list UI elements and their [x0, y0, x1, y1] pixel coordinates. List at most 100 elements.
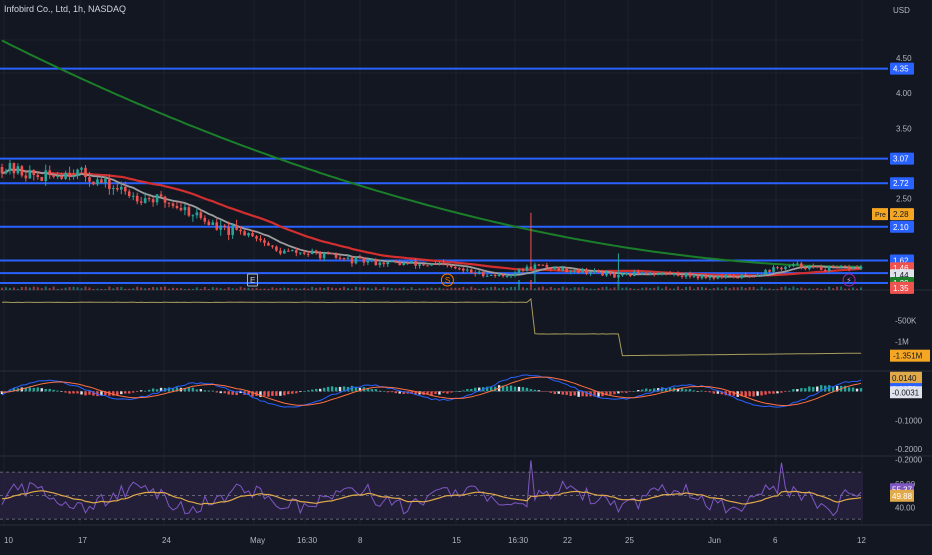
macd-histogram-bar	[124, 391, 127, 394]
macd-histogram-bar	[263, 391, 266, 396]
macd-histogram-bar	[474, 387, 477, 392]
macd-histogram-bar	[553, 391, 556, 395]
volume-bar	[144, 288, 147, 290]
macd-histogram-bar	[533, 389, 537, 392]
candle-body	[708, 276, 712, 278]
candle-body	[279, 250, 282, 254]
macd-histogram-bar	[772, 391, 775, 394]
candle-body	[378, 262, 382, 266]
candle-body	[684, 272, 688, 277]
volume-bar	[553, 288, 556, 290]
candle-body	[732, 275, 736, 278]
candle-body	[159, 194, 163, 197]
candle-body	[776, 267, 779, 269]
candle-body	[183, 207, 187, 211]
macd-label: -0.0031	[892, 388, 920, 397]
x-axis-tick: 6	[773, 536, 778, 545]
candle-body	[553, 267, 557, 269]
macd-histogram-bar	[350, 385, 354, 392]
candle-body	[96, 179, 99, 185]
price-axis-tick: 4.00	[896, 89, 912, 98]
volume-bar	[732, 287, 735, 290]
volume-bar	[529, 280, 532, 290]
volume-bar	[637, 288, 640, 290]
candle-body	[462, 268, 465, 271]
candle-body	[44, 170, 48, 181]
volume-bar	[263, 288, 266, 290]
volume-bar	[64, 287, 67, 290]
volume-bar	[840, 286, 843, 290]
candle-body	[163, 196, 167, 203]
candle-body	[537, 264, 541, 266]
macd-histogram-bar	[52, 389, 55, 392]
volume-bar	[195, 287, 198, 290]
macd-histogram-bar	[851, 387, 855, 392]
candle-body	[557, 267, 561, 271]
volume-bar	[291, 288, 294, 290]
volume-bar	[450, 287, 453, 290]
candle-body	[100, 179, 103, 183]
candle-body	[191, 215, 195, 217]
candle-body	[792, 264, 795, 266]
macd-histogram-bar	[147, 389, 151, 392]
volume-bar	[772, 288, 775, 290]
candle-body	[851, 267, 855, 270]
volume-bar	[187, 288, 190, 290]
macd-histogram-bar	[44, 388, 47, 392]
volume-bar	[255, 287, 258, 290]
candle-body	[20, 166, 24, 176]
candle-body	[410, 260, 413, 264]
chart-title: Infobird Co., Ltd, 1h, NASDAQ	[4, 4, 127, 14]
macd-histogram-bar	[370, 389, 374, 392]
macd-histogram-bar	[68, 391, 71, 394]
candle-body	[501, 274, 505, 277]
candle-body	[60, 175, 63, 179]
pre-market-badge: Pre	[875, 212, 886, 219]
volume-bar	[287, 287, 290, 290]
volume-bar	[828, 286, 831, 290]
macd-histogram-bar	[207, 390, 210, 392]
macd-histogram-bar	[808, 386, 811, 392]
macd-histogram-bar	[454, 391, 457, 392]
macd-histogram-bar	[525, 387, 529, 392]
macd-histogram-bar	[32, 387, 36, 392]
candle-body	[72, 175, 75, 177]
macd-histogram-bar	[621, 391, 624, 393]
volume-bar	[613, 287, 616, 290]
macd-histogram-bar	[617, 391, 620, 394]
volume-bar	[685, 286, 688, 290]
candle-body	[529, 266, 533, 269]
macd-histogram-bar	[696, 391, 700, 392]
candle-body	[219, 225, 223, 230]
volume-bar	[816, 288, 819, 290]
volume-bar	[112, 288, 115, 290]
candle-body	[517, 269, 521, 273]
candle-body	[629, 273, 632, 277]
macd-histogram-bar	[271, 391, 274, 396]
macd-histogram-bar	[151, 388, 155, 392]
candle-body	[764, 269, 767, 275]
volume-bar	[573, 287, 576, 290]
candle-body	[565, 267, 569, 273]
volume-bar	[617, 280, 620, 290]
volume-bar	[712, 288, 715, 290]
macd-histogram-bar	[700, 390, 704, 392]
x-axis-tick: 22	[563, 536, 572, 545]
candle-body	[267, 242, 270, 246]
volume-bar	[171, 287, 174, 290]
volume-bar	[561, 286, 564, 290]
volume-bar	[136, 286, 139, 290]
macd-histogram-bar	[438, 391, 441, 395]
candle-body	[696, 276, 700, 279]
volume-bar	[418, 288, 421, 290]
candle-body	[418, 264, 421, 266]
macd-histogram-bar	[541, 391, 545, 392]
volume-bar	[370, 288, 373, 290]
currency-label[interactable]: USD	[893, 6, 910, 15]
volume-bar	[303, 287, 306, 290]
volume-bar	[60, 288, 63, 290]
macd-histogram-bar	[120, 391, 123, 395]
volume-bar	[191, 288, 194, 290]
macd-histogram-bar	[645, 388, 648, 392]
candle-body	[728, 274, 732, 276]
